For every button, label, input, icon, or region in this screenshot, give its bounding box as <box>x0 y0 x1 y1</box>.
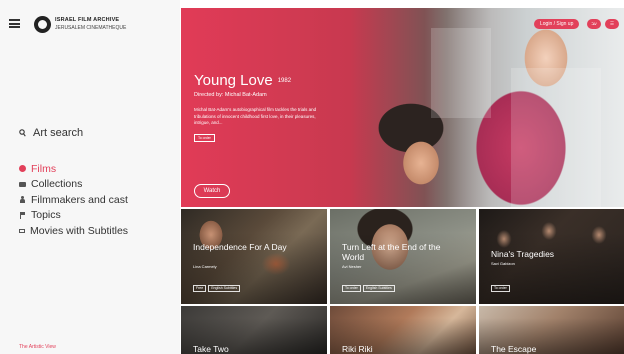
tile-tags: Free English Subtitles <box>193 285 241 292</box>
logo-icon[interactable] <box>34 16 51 33</box>
tile-tag: English Subtitles <box>208 285 241 292</box>
hero-director: Directed by: Michal Bat-Adam <box>194 92 267 98</box>
sidebar-item-topics[interactable]: Topics <box>19 208 128 224</box>
hero-banner[interactable]: Young Love 1982 Directed by: Michal Bat-A… <box>181 8 624 207</box>
hero-title[interactable]: Young Love 1982 <box>194 72 291 89</box>
sidebar-item-subtitles[interactable]: Movies with Subtitles <box>19 223 128 239</box>
art-search-link[interactable]: Art search <box>19 127 83 139</box>
login-signup-button[interactable]: Login / Sign up <box>534 19 580 29</box>
tile-subtitle: Avi Nesher <box>342 264 362 269</box>
sidebar-item-films[interactable]: Films <box>19 161 128 177</box>
sidebar-item-label: Filmmakers and cast <box>31 193 128 206</box>
tile-tag: English Subtitles <box>362 285 395 292</box>
logo-line-2: JERUSALEM CINEMATHEQUE <box>55 25 127 31</box>
sidebar-nav: Films Collections Filmmakers and cast To… <box>19 161 128 239</box>
hero-image-detail <box>511 68 601 207</box>
search-icon <box>19 129 26 137</box>
watch-button[interactable]: Watch <box>194 184 230 198</box>
hero-tag: To order <box>194 134 215 142</box>
tile-title: The Escape <box>491 344 537 354</box>
tile-subtitle: Savi Gabizon <box>491 261 515 266</box>
flag-icon <box>19 211 26 219</box>
tile-title: Take Two <box>193 344 229 354</box>
film-tile-the-escape[interactable]: The Escape <box>479 306 624 354</box>
hero-title-text: Young Love <box>194 72 273 89</box>
sidebar-item-label: Movies with Subtitles <box>30 224 129 237</box>
sidebar-item-label: Films <box>31 162 57 175</box>
tile-subtitle: Lina Carmely <box>193 264 217 269</box>
hamburger-menu-icon[interactable] <box>9 19 20 28</box>
film-tile-independence[interactable]: Independence For A Day Lina Carmely Free… <box>181 209 327 304</box>
artistic-view-link[interactable]: The Artistic View <box>19 344 56 350</box>
hero-year: 1982 <box>277 78 292 85</box>
film-tile-take-two[interactable]: Take Two <box>181 306 327 354</box>
hero-description: Michal Bat-Adam's autobiographical film … <box>194 107 317 125</box>
film-tile-riki-riki[interactable]: Riki Riki <box>330 306 476 354</box>
sidebar: ISRAEL FILM ARCHIVE JERUSALEM CINEMATHEQ… <box>0 0 180 354</box>
sidebar-item-label: Collections <box>31 178 83 191</box>
person-icon <box>19 196 26 204</box>
tile-tag: To order <box>491 285 510 292</box>
sidebar-item-collections[interactable]: Collections <box>19 177 128 193</box>
art-search-label: Art search <box>33 127 84 139</box>
tile-title: Nina's Tragedies <box>491 249 555 259</box>
tile-title: Independence For A Day <box>193 242 287 252</box>
tile-tag: To order <box>342 285 361 292</box>
folder-icon <box>19 181 26 187</box>
hero-image-detail <box>431 28 491 118</box>
logo-line-1: ISRAEL FILM ARCHIVE <box>55 17 120 23</box>
tile-tag: Free <box>193 285 207 292</box>
sidebar-item-filmmakers[interactable]: Filmmakers and cast <box>19 192 128 208</box>
language-button[interactable]: עב <box>587 19 601 29</box>
film-tile-turn-left[interactable]: Turn Left at the End of the World Avi Ne… <box>330 209 476 304</box>
tile-title: Riki Riki <box>342 344 373 354</box>
sidebar-item-label: Topics <box>31 209 61 222</box>
logo-text[interactable]: ISRAEL FILM ARCHIVE JERUSALEM CINEMATHEQ… <box>55 17 126 32</box>
tile-tags: To order English Subtitles <box>342 285 395 292</box>
tile-tags: To order <box>491 285 510 292</box>
menu-button[interactable]: ☰ <box>605 19 619 29</box>
film-tile-ninas-tragedies[interactable]: Nina's Tragedies Savi Gabizon To order <box>479 209 624 304</box>
dot-icon <box>19 165 26 173</box>
tile-title: Turn Left at the End of the World <box>342 242 441 262</box>
subtitles-icon <box>19 228 25 233</box>
